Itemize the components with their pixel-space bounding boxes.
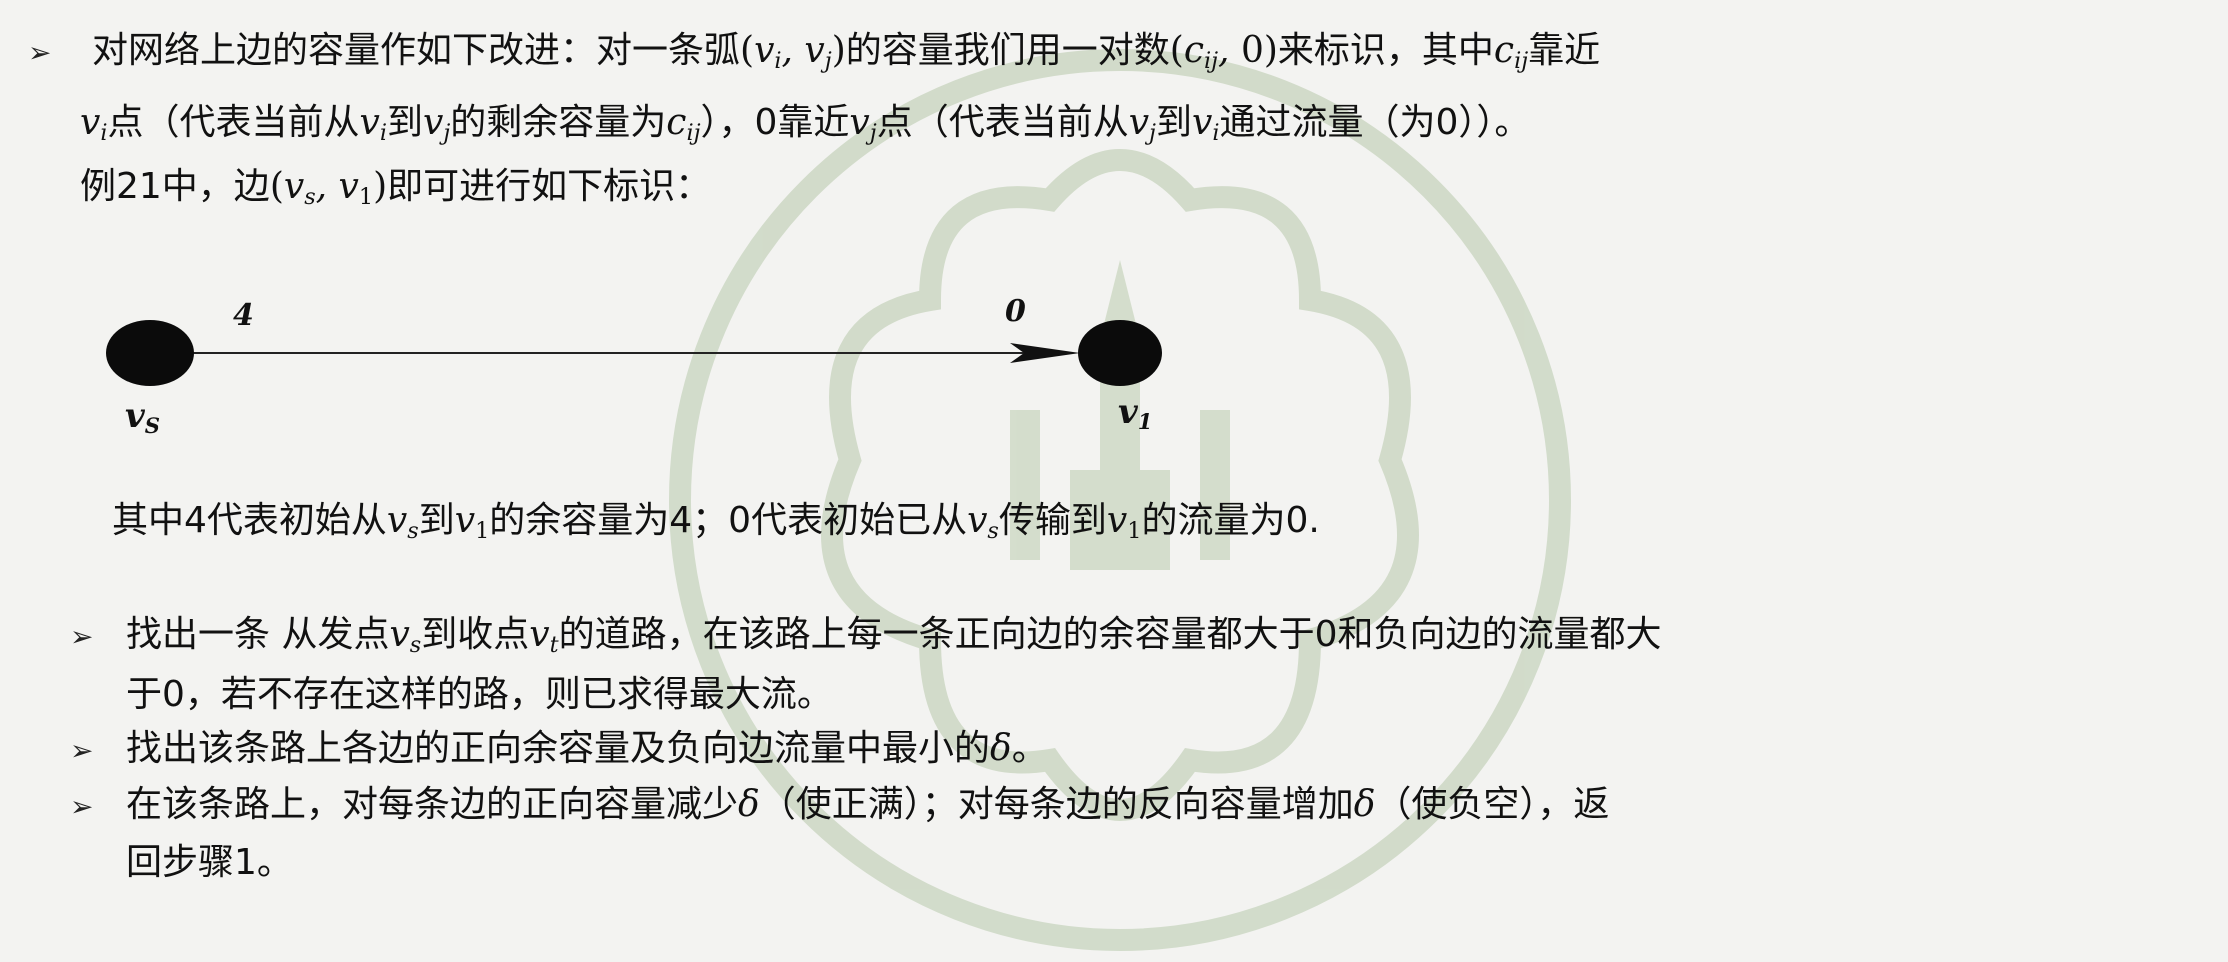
step-3-line-1: 在该条路上，对每条边的正向容量减少δ（使正满）；对每条边的反向容量增加δ（使负空… (126, 780, 1609, 830)
step-3-line-2: 回步骤1。 (126, 838, 293, 888)
explanation-line: 其中4代表初始从vs到v1的余容量为4；0代表初始已从vs传输到v1的流量为0. (112, 496, 1320, 546)
math-v-s: vs (967, 500, 999, 545)
source-node (106, 320, 194, 386)
step-text: 于0，若不存在这样的路，则已求得最大流。 (126, 674, 833, 715)
target-node (1078, 320, 1162, 386)
math-delta: δ (738, 784, 760, 825)
math-v-1: v1 (1106, 500, 1142, 545)
math-v-1: v1 (454, 500, 490, 545)
math-delta: δ (1353, 784, 1376, 825)
explanation-text: 传输到 (998, 500, 1107, 541)
step-text: （使负空），返 (1375, 784, 1610, 825)
step-2-line: 找出该条路上各边的正向余容量及负向边流量中最小的δ。 (126, 724, 1048, 774)
math-v-s: vs (389, 614, 422, 659)
explanation-text: 到 (418, 500, 455, 541)
source-node-letter: v (125, 396, 145, 436)
step-1-line-2: 于0，若不存在这样的路，则已求得最大流。 (126, 670, 833, 720)
math-v-t: vt (529, 614, 559, 659)
step-text: 回步骤1。 (126, 842, 293, 883)
math-delta: δ (990, 728, 1012, 769)
explanation-text: 的流量为0. (1141, 500, 1320, 541)
step-text: （使正满）；对每条边的反向容量增加 (759, 784, 1354, 825)
source-node-subscript: S (144, 412, 160, 438)
step-text: 的道路，在该路上每一条正向边的余容量都大于0和负向边的流量都大 (558, 614, 1662, 655)
step-text: 。 (1011, 728, 1048, 769)
step-text: 在该条路上，对每条边的正向容量减少 (126, 784, 739, 825)
bullet-arrow-icon: ➢ (70, 620, 94, 653)
source-node-label: vS (125, 396, 160, 436)
math-v-s: vs (386, 500, 419, 545)
bullet-arrow-icon: ➢ (70, 734, 94, 767)
capacity-label: 4 (233, 298, 254, 333)
step-1-line-1: 找出一条 从发点vs到收点vt的道路，在该路上每一条正向边的余容量都大于0和负向… (126, 610, 1661, 660)
step-text: 到收点 (421, 614, 530, 655)
explanation-text: 的余容量为4；0代表初始已从 (489, 500, 968, 541)
bullet-arrow-icon: ➢ (70, 790, 94, 823)
step-text: 找出一条 从发点 (126, 614, 390, 655)
flow-label: 0 (1005, 294, 1026, 329)
target-node-label: v1 (1118, 392, 1152, 432)
target-node-letter: v (1118, 392, 1138, 432)
target-node-subscript: 1 (1137, 408, 1153, 434)
explanation-text: 其中4代表初始从 (112, 500, 387, 541)
step-text: 找出该条路上各边的正向余容量及负向边流量中最小的 (126, 728, 991, 769)
